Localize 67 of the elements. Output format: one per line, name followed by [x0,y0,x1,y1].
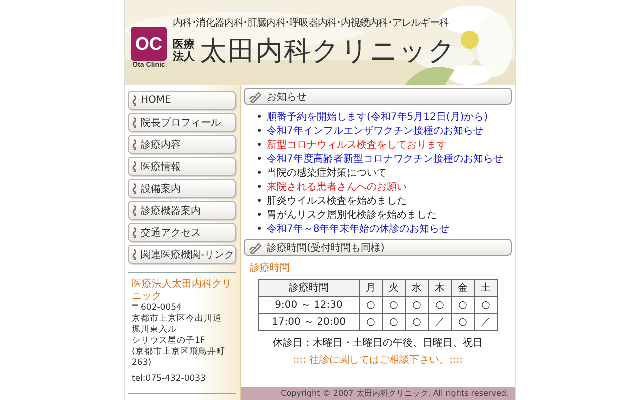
address-line: 京都市上京区今出川通 [132,314,223,325]
section-title: お知らせ [267,90,307,104]
table-cell: ／ [428,314,452,330]
news-link[interactable]: 肝炎ウイルス検査を始めました [267,194,407,208]
column-header: 木 [428,280,452,296]
nav-button[interactable]: 診療内容 [128,135,236,154]
address-line: (京都市上京区飛鳥井町263) [132,347,226,369]
nav-button[interactable]: 院長プロフィール [128,113,236,132]
logo-mark: OC [131,27,167,61]
subheading: 診療時間 [250,262,291,275]
bullet-icon [258,171,261,174]
bullet-icon [258,227,261,230]
table-cell: ○ [406,314,428,330]
table-cell: ○ [382,296,406,314]
column-header: 診療時間 [258,280,360,296]
pen-icon [249,90,263,104]
bullet-icon [258,129,261,132]
table-cell: ○ [406,296,428,314]
column-header: 水 [406,280,428,296]
address-line: 〒602-0054 [132,303,183,314]
news-link[interactable]: 令和7年度高齢者新型コロナワクチン接種のお知らせ [267,152,504,166]
bullet-icon [258,143,261,146]
section-title: 診療時間(受付時間も同様) [267,242,385,254]
nav-button[interactable]: 交通アクセス [128,223,236,242]
departments-text: 内科･消化器内科･肝臓内科･呼吸器内科･内視鏡内科･アレルギー科 [173,16,450,30]
closed-days-text: 休診日：木曜日・土曜日の午後、日曜日、祝日 [272,336,484,350]
bullet-icon [258,157,261,160]
bullet-icon [258,213,261,216]
column-header: 金 [452,280,474,296]
copyright-text: Copyright © 2007 太田内科クリニック. All rights reserved. [281,388,509,399]
column-header: 火 [382,280,406,296]
pen-icon [249,240,263,254]
nav-button[interactable]: HOME [128,91,236,110]
news-link[interactable]: 胃がんリスク層別化検診を始めました [267,208,437,222]
clinic-name: 太田内科クリニック [200,35,457,69]
news-link[interactable]: 順番予約を開始します(令和7年5月12日(月)から) [267,110,488,124]
table-cell: 9:00 ～ 12:30 [258,296,360,314]
nav-button[interactable]: 医療情報 [128,157,236,176]
column-header: 月 [360,280,382,296]
nav-button[interactable]: 関連医療機関-リンク [128,245,236,264]
table-cell: ○ [452,296,474,314]
table-cell: 17:00 ～ 20:00 [258,314,360,330]
column-header: 土 [474,280,498,296]
house-call-note: :::: 往診に関してはご相談下さい。:::: [292,354,464,367]
phone-number: tel:075-432-0033 [132,374,208,385]
news-link[interactable]: 新型コロナウィルス検査をしております [267,138,447,152]
news-link[interactable]: 令和7年～8年年末年始の休診のお知らせ [267,222,450,236]
table-cell: ○ [382,314,406,330]
corporation-label: 医療 [173,39,195,51]
news-link[interactable]: 来院される患者さんへのお願い [267,180,407,194]
nav-button[interactable]: 設備案内 [128,179,236,198]
clinic-name-text: 医療法人太田内科クリニック [132,279,233,303]
table-cell: ○ [428,296,452,314]
address-line: シリウス星の子1F [132,336,206,346]
table-cell: ／ [474,314,498,330]
table-cell: ○ [474,296,498,314]
news-link[interactable]: 当院の感染症対策について [267,166,387,180]
nav-button[interactable]: 診療機器案内 [128,201,236,220]
table-cell: ○ [452,314,474,330]
corporation-label: 法人 [173,51,195,63]
bullet-icon [258,115,261,118]
address-line: 堀川東入ル [132,325,178,336]
bullet-icon [258,199,261,202]
table-cell: ○ [360,296,382,314]
news-link[interactable]: 令和7年インフルエンザワクチン接種のお知らせ [267,124,484,138]
table-cell: ○ [360,314,382,330]
bullet-icon [258,185,261,188]
